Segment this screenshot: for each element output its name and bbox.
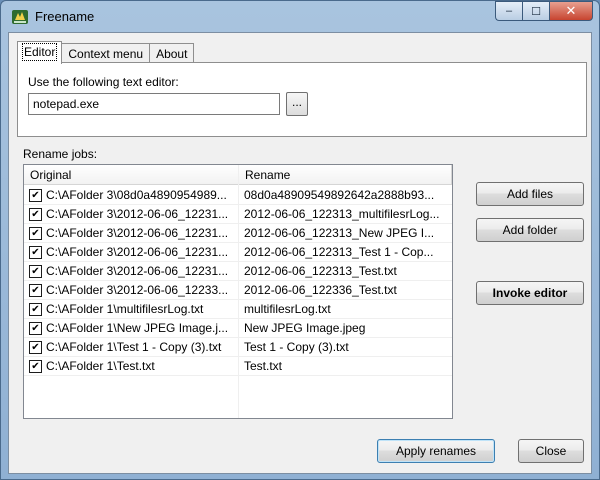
client-area: Editor Context menu About Use the follow… <box>8 32 592 474</box>
cell-original: C:\AFolder 1\Test.txt <box>46 359 155 373</box>
editor-label: Use the following text editor: <box>28 75 179 89</box>
cell-original: C:\AFolder 3\2012-06-06_12231... <box>46 207 229 221</box>
editor-tab-panel: Use the following text editor: ... <box>17 62 587 137</box>
table-row[interactable]: ✔ C:\AFolder 3\2012-06-06_12231... 2012-06… <box>24 224 452 243</box>
table-row[interactable]: ✔ C:\AFolder 3\2012-06-06_12233... 2012-06… <box>24 281 452 300</box>
tab-context-menu-label: Context menu <box>68 47 144 61</box>
add-folder-button[interactable]: Add folder <box>476 218 584 242</box>
tab-editor[interactable]: Editor <box>17 41 63 64</box>
add-files-button[interactable]: Add files <box>476 182 584 206</box>
cell-original: C:\AFolder 1\New JPEG Image.j... <box>46 321 229 335</box>
close-window-button[interactable]: ✕ <box>549 1 593 21</box>
cell-original: C:\AFolder 1\Test 1 - Copy (3).txt <box>46 340 222 354</box>
invoke-editor-button[interactable]: Invoke editor <box>476 281 584 305</box>
cell-rename: 2012-06-06_122313_New JPEG I... <box>244 226 435 240</box>
list-rows: ✔ C:\AFolder 3\08d0a4890954989... 08d0a489… <box>24 186 452 376</box>
cell-rename: Test 1 - Copy (3).txt <box>244 340 349 354</box>
column-header-rename[interactable]: Rename <box>239 165 452 185</box>
cell-rename: New JPEG Image.jpeg <box>244 321 366 335</box>
cell-rename: Test.txt <box>244 359 283 373</box>
caption-buttons: – ☐ ✕ <box>495 1 593 21</box>
browse-button[interactable]: ... <box>286 92 308 116</box>
window-title: Freename <box>35 9 95 24</box>
freename-window: Freename – ☐ ✕ Editor Context menu About… <box>0 0 600 480</box>
table-row[interactable]: ✔ C:\AFolder 3\08d0a4890954989... 08d0a489… <box>24 186 452 205</box>
rename-jobs-label: Rename jobs: <box>23 147 98 161</box>
app-icon <box>12 10 28 24</box>
cell-original: C:\AFolder 3\2012-06-06_12231... <box>46 226 229 240</box>
cell-original: C:\AFolder 3\2012-06-06_12233... <box>46 283 229 297</box>
minimize-button[interactable]: – <box>495 1 522 21</box>
table-row[interactable]: ✔ C:\AFolder 3\2012-06-06_12231... 2012-06… <box>24 243 452 262</box>
cell-rename: 2012-06-06_122313_multifilesrLog... <box>244 207 440 221</box>
close-button[interactable]: Close <box>518 439 584 463</box>
apply-renames-button[interactable]: Apply renames <box>377 439 495 463</box>
tab-context-menu[interactable]: Context menu <box>61 43 151 63</box>
table-row[interactable]: ✔ C:\AFolder 1\Test.txt Test.txt <box>24 357 452 376</box>
table-row[interactable]: ✔ C:\AFolder 3\2012-06-06_12231... 2012-06… <box>24 262 452 281</box>
tab-about[interactable]: About <box>149 43 195 63</box>
column-header-original[interactable]: Original <box>24 165 239 185</box>
table-row[interactable]: ✔ C:\AFolder 3\2012-06-06_12231... 2012-06… <box>24 205 452 224</box>
tab-about-label: About <box>156 47 188 61</box>
tab-strip: Editor Context menu About <box>17 41 195 64</box>
cell-original: C:\AFolder 3\2012-06-06_12231... <box>46 264 229 278</box>
rename-jobs-list[interactable]: Original Rename ✔ C:\AFolder 3\08d0a48909… <box>23 164 453 419</box>
maximize-button[interactable]: ☐ <box>522 1 549 21</box>
cell-rename: 08d0a48909549892642a2888b93... <box>244 188 435 202</box>
cell-original: C:\AFolder 1\multifilesrLog.txt <box>46 302 204 316</box>
cell-rename: 2012-06-06_122336_Test.txt <box>244 283 397 297</box>
cell-original: C:\AFolder 3\2012-06-06_12231... <box>46 245 229 259</box>
table-row[interactable]: ✔ C:\AFolder 1\New JPEG Image.j... New JPE… <box>24 319 452 338</box>
cell-rename: multifilesrLog.txt <box>244 302 331 316</box>
title-bar[interactable]: Freename – ☐ ✕ <box>1 1 599 33</box>
cell-original: C:\AFolder 3\08d0a4890954989... <box>46 188 227 202</box>
table-row[interactable]: ✔ C:\AFolder 1\Test 1 - Copy (3).txt Test … <box>24 338 452 357</box>
table-row[interactable]: ✔ C:\AFolder 1\multifilesrLog.txt multifil… <box>24 300 452 319</box>
cell-rename: 2012-06-06_122313_Test 1 - Cop... <box>244 245 434 259</box>
tab-editor-label: Editor <box>21 43 58 61</box>
editor-path-input[interactable] <box>28 93 280 115</box>
cell-rename: 2012-06-06_122313_Test.txt <box>244 264 397 278</box>
